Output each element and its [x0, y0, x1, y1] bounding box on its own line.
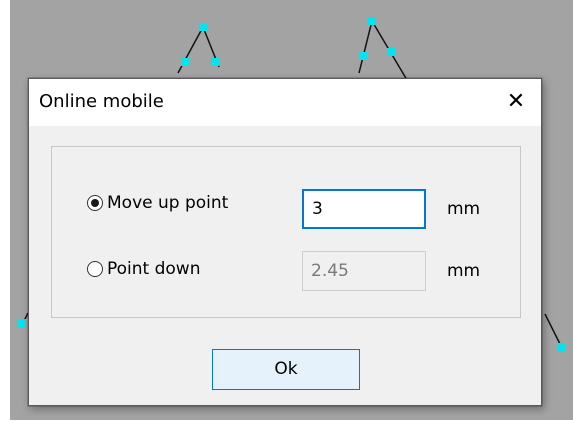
dialog-titlebar: Online mobile ✕ — [29, 79, 541, 126]
close-icon[interactable]: ✕ — [499, 85, 533, 119]
move-up-distance-input[interactable] — [302, 189, 426, 229]
radio-label-move-up-point[interactable]: Move up point — [107, 193, 228, 213]
control-point[interactable] — [211, 58, 219, 66]
dialog-title: Online mobile — [39, 91, 164, 112]
control-point[interactable] — [557, 343, 565, 351]
control-point[interactable] — [368, 17, 376, 25]
ok-button[interactable]: Ok — [212, 349, 360, 390]
control-point[interactable] — [387, 48, 395, 56]
control-point[interactable] — [199, 23, 207, 31]
online-mobile-dialog: Online mobile ✕ Move up point mm Point d… — [28, 78, 542, 406]
control-point[interactable] — [181, 58, 189, 66]
options-group — [51, 146, 521, 318]
unit-label: mm — [447, 199, 481, 219]
radio-move-up-point[interactable]: Move up point — [87, 193, 228, 213]
unit-label: mm — [447, 261, 481, 281]
radio-label-point-down[interactable]: Point down — [107, 259, 200, 279]
radio-button-selected[interactable] — [87, 195, 103, 211]
control-point[interactable] — [18, 319, 26, 327]
radio-button-unselected[interactable] — [87, 261, 103, 277]
point-down-distance-input — [302, 251, 426, 291]
path-segment — [358, 19, 408, 81]
path-segment — [177, 25, 220, 74]
path-segment — [544, 313, 562, 347]
radio-dot — [91, 199, 99, 207]
radio-point-down[interactable]: Point down — [87, 259, 200, 279]
control-point[interactable] — [359, 52, 367, 60]
